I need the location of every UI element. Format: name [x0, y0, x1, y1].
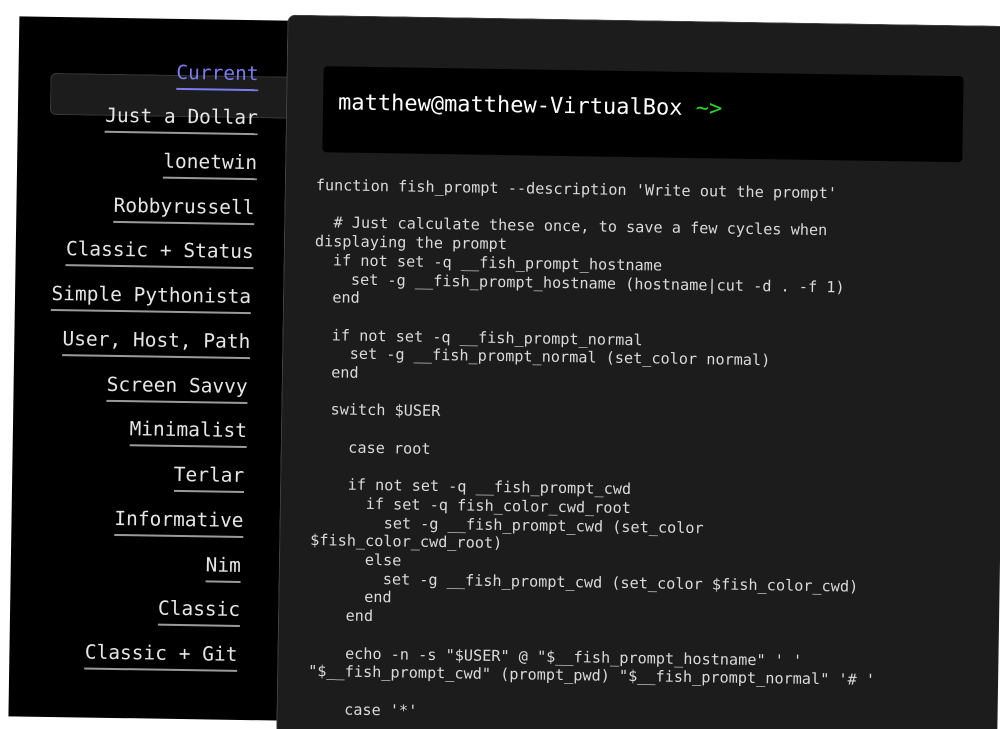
- nav-item-just-a-dollar[interactable]: Just a Dollar: [104, 103, 258, 136]
- nav-item-simple-pythonista[interactable]: Simple Pythonista: [51, 281, 251, 315]
- code-line: end: [313, 288, 360, 308]
- nav-item-minimalist[interactable]: Minimalist: [129, 417, 248, 449]
- prompt-style-nav: Current Just a Dollar lonetwin Robbyruss…: [19, 16, 309, 672]
- nav-item-classic[interactable]: Classic: [157, 596, 241, 627]
- code-line: function fish_prompt --description 'Writ…: [315, 176, 838, 203]
- prompt-user-host: matthew@matthew-VirtualBox: [337, 90, 683, 121]
- prompt-preview: matthew@matthew-VirtualBox ~>: [322, 66, 964, 163]
- nav-item-classic-status[interactable]: Classic + Status: [65, 237, 254, 270]
- prompt-preview-text: matthew@matthew-VirtualBox ~>: [338, 90, 722, 121]
- code-line: case '*': [307, 699, 418, 720]
- code-line: set -g __fish_prompt_normal (set_color n…: [313, 344, 771, 370]
- nav-item-user-host-path[interactable]: User, Host, Path: [62, 327, 251, 360]
- nav-item-current[interactable]: Current: [176, 60, 259, 92]
- screen-content: Current Just a Dollar lonetwin Robbyruss…: [0, 0, 1000, 729]
- screenshot-stage: Current Just a Dollar lonetwin Robbyruss…: [0, 0, 1000, 729]
- code-line: set -g __fish_prompt_cwd (set_color $fis…: [309, 568, 859, 596]
- nav-item-terlar[interactable]: Terlar: [173, 462, 245, 493]
- code-line: switch $USER: [312, 400, 441, 421]
- code-line: end: [312, 363, 359, 382]
- nav-item-classic-git[interactable]: Classic + Git: [84, 640, 238, 672]
- code-line: else: [309, 550, 402, 570]
- prompt-detail-panel: matthew@matthew-VirtualBox ~> function f…: [276, 14, 1000, 729]
- nav-item-screen-savvy[interactable]: Screen Savvy: [106, 372, 248, 405]
- nav-item-informative[interactable]: Informative: [114, 506, 244, 538]
- code-line: set -g __fish_prompt_hostname (hostname|…: [314, 269, 845, 296]
- prompt-source-code: function fish_prompt --description 'Writ…: [307, 176, 955, 728]
- code-line: case root: [311, 437, 431, 458]
- code-line: displaying the prompt: [314, 232, 508, 254]
- nav-item-robbyrussell[interactable]: Robbyrussell: [113, 193, 255, 226]
- code-line: $fish_color_cwd_root): [310, 531, 503, 553]
- sidebar: Current Just a Dollar lonetwin Robbyruss…: [8, 16, 314, 721]
- nav-item-nim[interactable]: Nim: [205, 553, 242, 583]
- nav-item-lonetwin[interactable]: lonetwin: [162, 149, 258, 181]
- prompt-arrow: ~>: [695, 96, 723, 122]
- code-line: end: [309, 587, 392, 607]
- code-line: end: [308, 606, 374, 626]
